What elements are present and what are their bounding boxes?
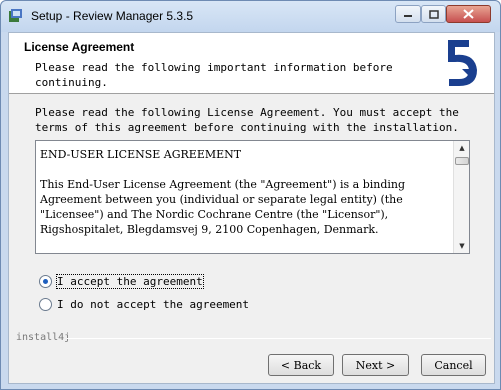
accept-option[interactable]: I accept the agreement	[39, 274, 204, 289]
accept-radio[interactable]	[39, 275, 52, 288]
minimize-button[interactable]	[395, 5, 421, 23]
intro-text: Please read the following License Agreem…	[35, 106, 459, 134]
window-title: Setup - Review Manager 5.3.5	[31, 9, 194, 23]
installer-panel: License Agreement Please read the follow…	[8, 32, 495, 384]
install4j-logo-icon	[448, 40, 477, 86]
scroll-up-arrow-icon[interactable]: ▲	[454, 141, 469, 155]
scroll-down-arrow-icon[interactable]: ▼	[454, 239, 469, 253]
setup-window: Setup - Review Manager 5.3.5 License Agr…	[0, 0, 501, 390]
minimize-icon	[404, 15, 412, 17]
decline-label[interactable]: I do not accept the agreement	[57, 298, 249, 311]
license-scrollbar[interactable]: ▲ ▼	[453, 141, 469, 253]
decline-radio[interactable]	[39, 298, 52, 311]
next-button[interactable]: Next >	[342, 354, 409, 376]
cancel-button[interactable]: Cancel	[421, 354, 486, 376]
page-title: License Agreement	[24, 40, 135, 54]
page-header: License Agreement Please read the follow…	[9, 33, 494, 94]
license-heading: END-USER LICENSE AGREEMENT	[40, 148, 242, 161]
page-subtitle: Please read the following important info…	[35, 61, 393, 89]
license-textarea[interactable]: END-USER LICENSE AGREEMENT This End-User…	[35, 140, 470, 254]
close-icon	[463, 9, 474, 19]
maximize-button[interactable]	[421, 5, 446, 23]
separator	[67, 338, 491, 339]
close-button[interactable]	[446, 5, 491, 23]
accept-label[interactable]: I accept the agreement	[56, 274, 204, 289]
maximize-icon	[428, 9, 439, 19]
scroll-thumb[interactable]	[455, 157, 469, 165]
brand-label: install4j	[16, 332, 71, 343]
title-bar[interactable]: Setup - Review Manager 5.3.5	[1, 1, 500, 32]
license-text: END-USER LICENSE AGREEMENT This End-User…	[40, 147, 450, 252]
license-paragraph: This End-User License Agreement (the "Ag…	[40, 178, 406, 236]
decline-option[interactable]: I do not accept the agreement	[39, 298, 249, 311]
setup-icon	[9, 9, 22, 22]
back-button[interactable]: < Back	[268, 354, 334, 376]
